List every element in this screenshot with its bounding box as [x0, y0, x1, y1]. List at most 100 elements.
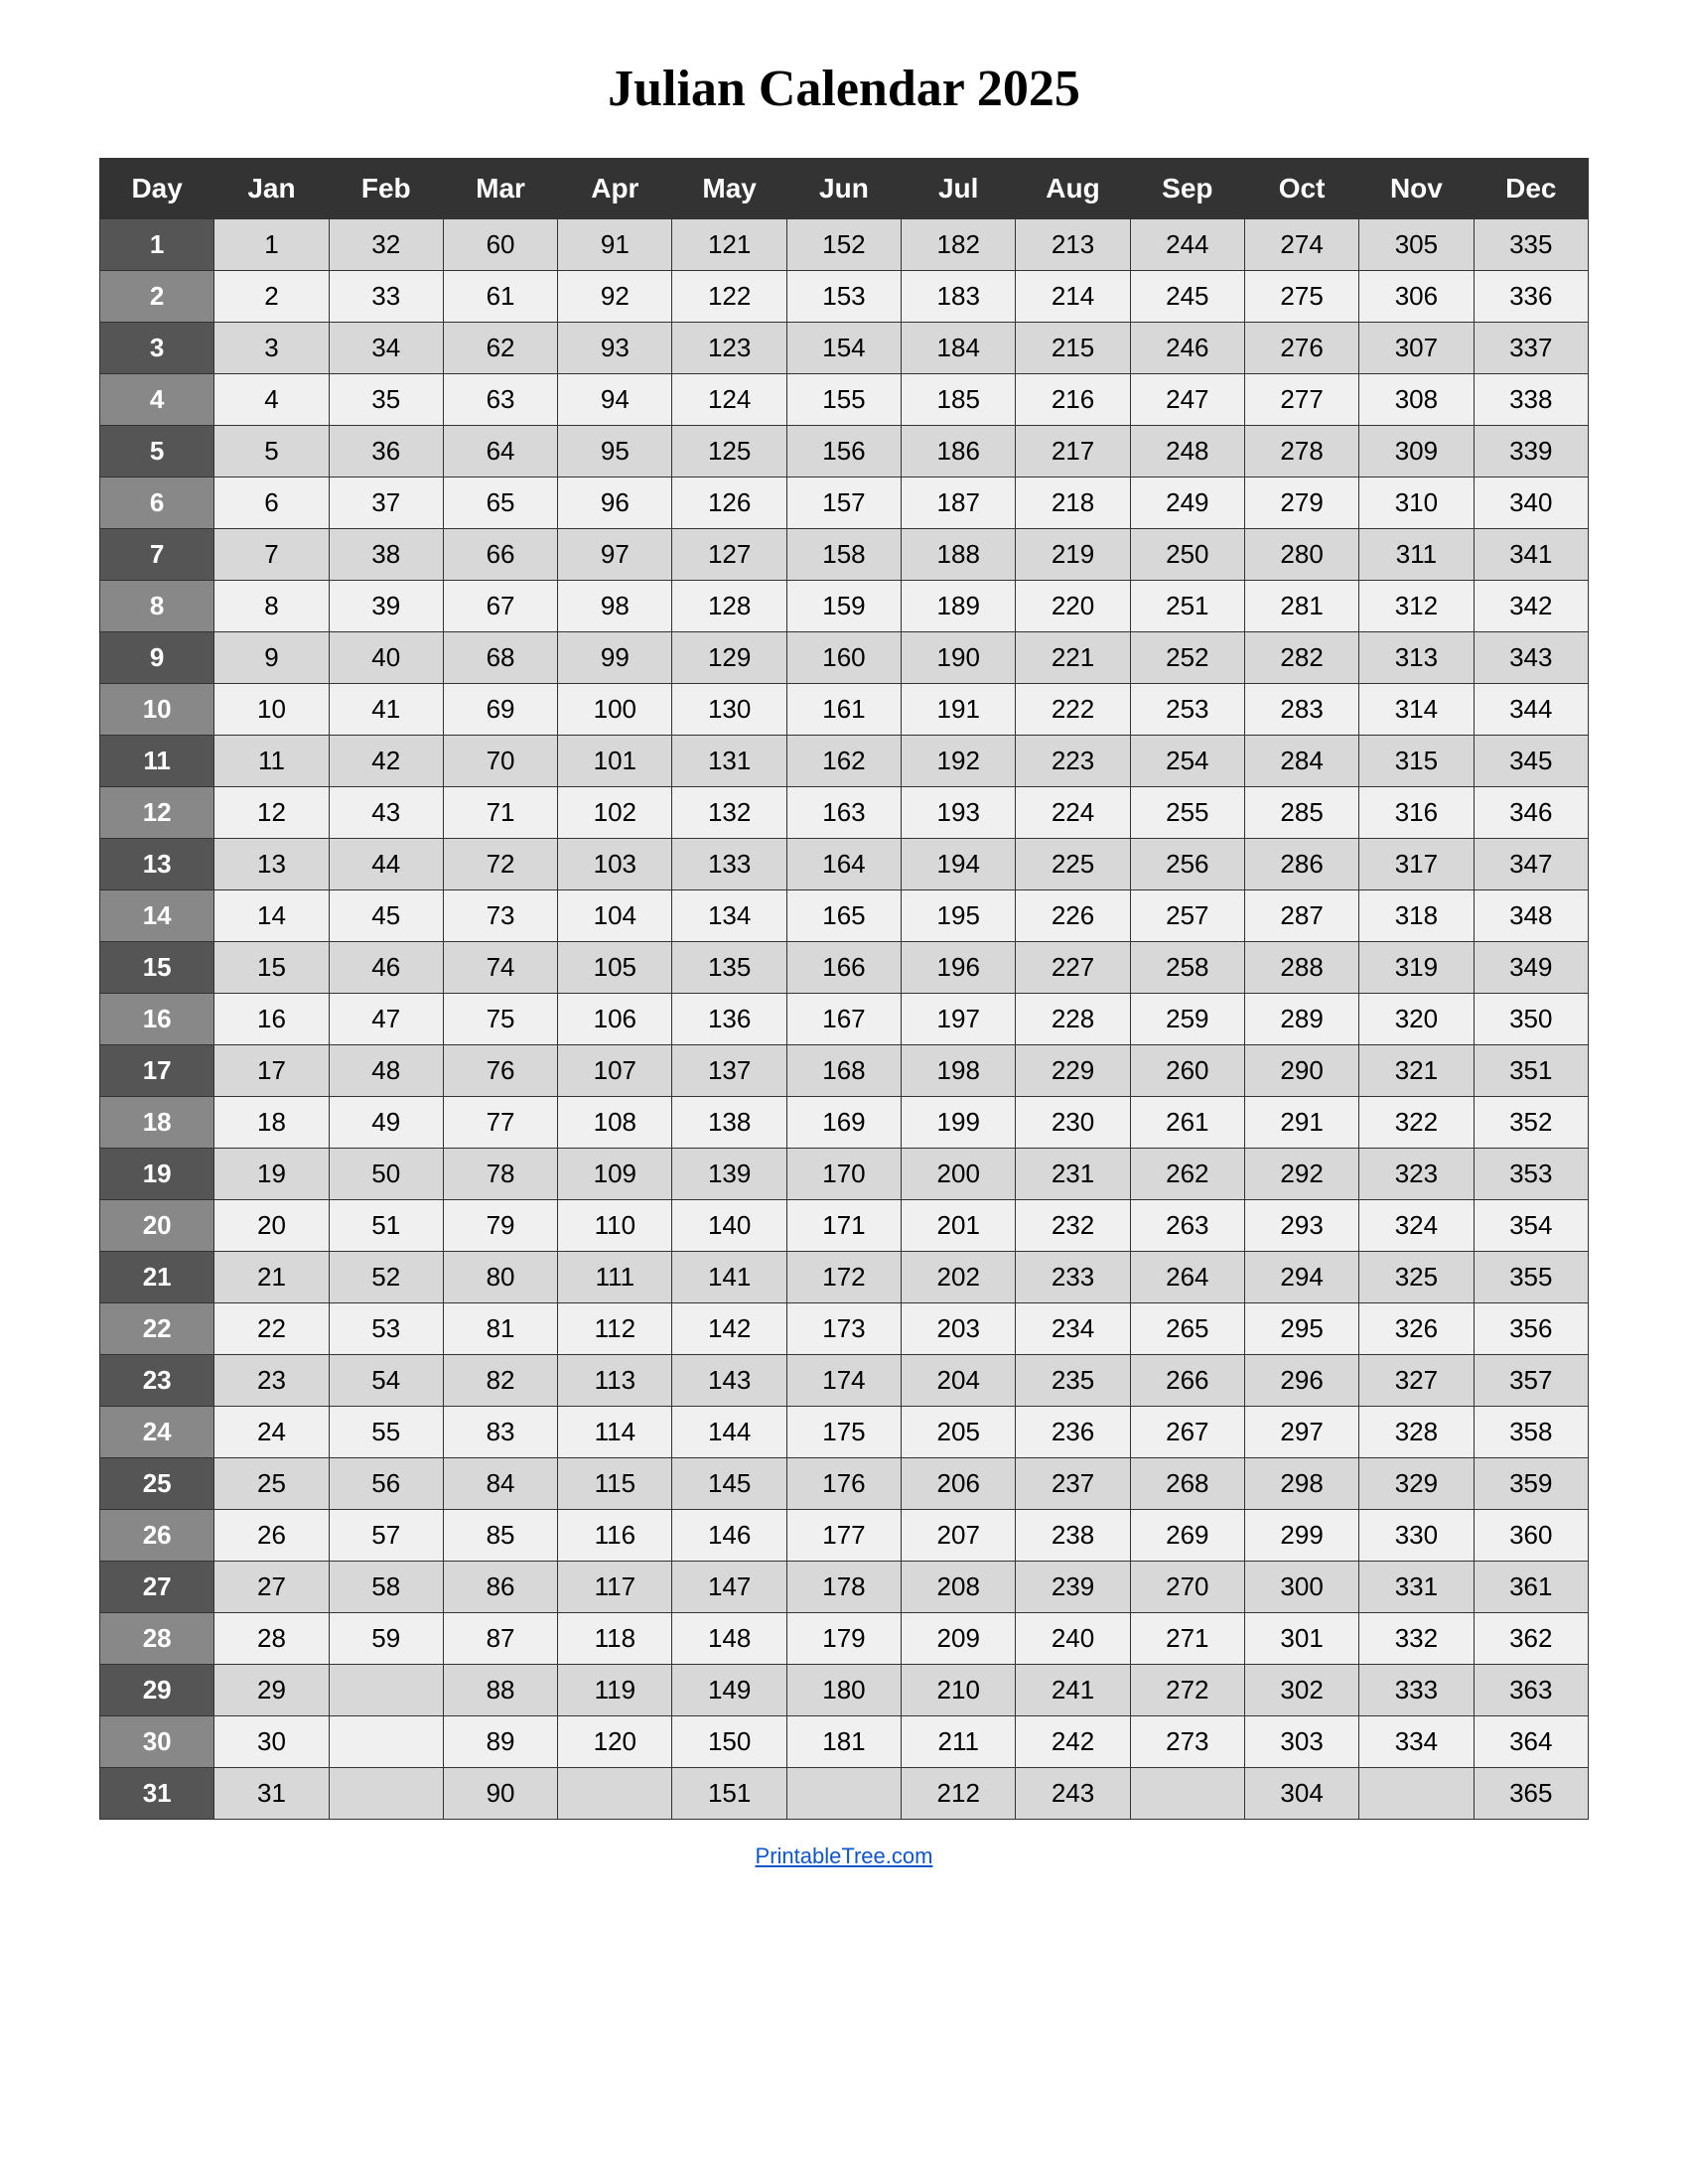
- month-cell-jun: 175: [786, 1407, 901, 1458]
- month-cell-jun: 155: [786, 374, 901, 426]
- day-cell: 17: [100, 1045, 214, 1097]
- month-cell-aug: 215: [1016, 323, 1130, 374]
- table-row: 66376596126157187218249279310340: [100, 478, 1589, 529]
- month-cell-nov: 316: [1359, 787, 1474, 839]
- month-cell-nov: 308: [1359, 374, 1474, 426]
- month-cell-dec: 347: [1474, 839, 1588, 890]
- month-cell-apr: 94: [558, 374, 672, 426]
- month-cell-sep: 258: [1130, 942, 1244, 994]
- day-cell: 31: [100, 1768, 214, 1820]
- month-cell-apr: 97: [558, 529, 672, 581]
- month-cell-nov: 322: [1359, 1097, 1474, 1149]
- month-cell-oct: 284: [1244, 736, 1358, 787]
- day-cell: 16: [100, 994, 214, 1045]
- month-cell-oct: 290: [1244, 1045, 1358, 1097]
- month-cell-apr: 95: [558, 426, 672, 478]
- month-cell-nov: 333: [1359, 1665, 1474, 1716]
- table-row: 21215280111141172202233264294325355: [100, 1252, 1589, 1303]
- month-cell-dec: 355: [1474, 1252, 1588, 1303]
- day-cell: 12: [100, 787, 214, 839]
- month-cell-dec: 345: [1474, 736, 1588, 787]
- month-cell-sep: 248: [1130, 426, 1244, 478]
- month-cell-sep: 266: [1130, 1355, 1244, 1407]
- month-cell-may: 146: [672, 1510, 786, 1562]
- month-cell-aug: 239: [1016, 1562, 1130, 1613]
- month-cell-may: 137: [672, 1045, 786, 1097]
- month-cell-jul: 200: [902, 1149, 1016, 1200]
- column-header-sep: Sep: [1130, 159, 1244, 219]
- month-cell-jan: 10: [214, 684, 329, 736]
- month-cell-jul: 205: [902, 1407, 1016, 1458]
- month-cell-may: 131: [672, 736, 786, 787]
- month-cell-feb: 34: [329, 323, 443, 374]
- month-cell-apr: 109: [558, 1149, 672, 1200]
- month-cell-jun: 170: [786, 1149, 901, 1200]
- month-cell-nov: 310: [1359, 478, 1474, 529]
- month-cell-may: 141: [672, 1252, 786, 1303]
- month-cell-feb: 56: [329, 1458, 443, 1510]
- month-cell-jan: 27: [214, 1562, 329, 1613]
- footer-link[interactable]: PrintableTree.com: [756, 1843, 933, 1869]
- month-cell-oct: 282: [1244, 632, 1358, 684]
- month-cell-jun: 160: [786, 632, 901, 684]
- month-cell-sep: 265: [1130, 1303, 1244, 1355]
- month-cell-sep: 255: [1130, 787, 1244, 839]
- month-cell-jun: 158: [786, 529, 901, 581]
- month-cell-may: 134: [672, 890, 786, 942]
- month-cell-jun: 168: [786, 1045, 901, 1097]
- month-cell-feb: 48: [329, 1045, 443, 1097]
- month-cell-may: 150: [672, 1716, 786, 1768]
- month-cell-feb: 33: [329, 271, 443, 323]
- month-cell-feb: 43: [329, 787, 443, 839]
- month-cell-jan: 26: [214, 1510, 329, 1562]
- month-cell-nov: 328: [1359, 1407, 1474, 1458]
- month-cell-oct: 298: [1244, 1458, 1358, 1510]
- month-cell-oct: 303: [1244, 1716, 1358, 1768]
- month-cell-dec: 357: [1474, 1355, 1588, 1407]
- month-cell-apr: 98: [558, 581, 672, 632]
- month-cell-jun: 162: [786, 736, 901, 787]
- month-cell-aug: 243: [1016, 1768, 1130, 1820]
- month-cell-jul: 202: [902, 1252, 1016, 1303]
- table-row: 313190151212243304365: [100, 1768, 1589, 1820]
- month-cell-oct: 297: [1244, 1407, 1358, 1458]
- month-cell-jun: 178: [786, 1562, 901, 1613]
- month-cell-mar: 90: [443, 1768, 557, 1820]
- month-cell-feb: 37: [329, 478, 443, 529]
- month-cell-jun: 153: [786, 271, 901, 323]
- month-cell-jan: 18: [214, 1097, 329, 1149]
- month-cell-dec: 349: [1474, 942, 1588, 994]
- month-cell-nov: 330: [1359, 1510, 1474, 1562]
- month-cell-jul: 195: [902, 890, 1016, 942]
- month-cell-sep: 272: [1130, 1665, 1244, 1716]
- month-cell-apr: 110: [558, 1200, 672, 1252]
- day-cell: 27: [100, 1562, 214, 1613]
- month-cell-feb: 53: [329, 1303, 443, 1355]
- month-cell-oct: 301: [1244, 1613, 1358, 1665]
- month-cell-apr: 114: [558, 1407, 672, 1458]
- table-row: 17174876107137168198229260290321351: [100, 1045, 1589, 1097]
- day-cell: 8: [100, 581, 214, 632]
- table-row: 11326091121152182213244274305335: [100, 219, 1589, 271]
- table-row: 55366495125156186217248278309339: [100, 426, 1589, 478]
- month-cell-jun: 173: [786, 1303, 901, 1355]
- table-row: 44356394124155185216247277308338: [100, 374, 1589, 426]
- table-row: 13134472103133164194225256286317347: [100, 839, 1589, 890]
- month-cell-mar: 88: [443, 1665, 557, 1716]
- table-row: 292988119149180210241272302333363: [100, 1665, 1589, 1716]
- month-cell-mar: 79: [443, 1200, 557, 1252]
- month-cell-feb: [329, 1665, 443, 1716]
- month-cell-sep: 267: [1130, 1407, 1244, 1458]
- day-cell: 5: [100, 426, 214, 478]
- month-cell-jul: 201: [902, 1200, 1016, 1252]
- month-cell-mar: 66: [443, 529, 557, 581]
- month-cell-jun: 154: [786, 323, 901, 374]
- month-cell-may: 144: [672, 1407, 786, 1458]
- month-cell-nov: 329: [1359, 1458, 1474, 1510]
- month-cell-jan: 23: [214, 1355, 329, 1407]
- month-cell-may: 139: [672, 1149, 786, 1200]
- month-cell-jul: 191: [902, 684, 1016, 736]
- month-cell-may: 132: [672, 787, 786, 839]
- month-cell-jan: 21: [214, 1252, 329, 1303]
- month-cell-jan: 5: [214, 426, 329, 478]
